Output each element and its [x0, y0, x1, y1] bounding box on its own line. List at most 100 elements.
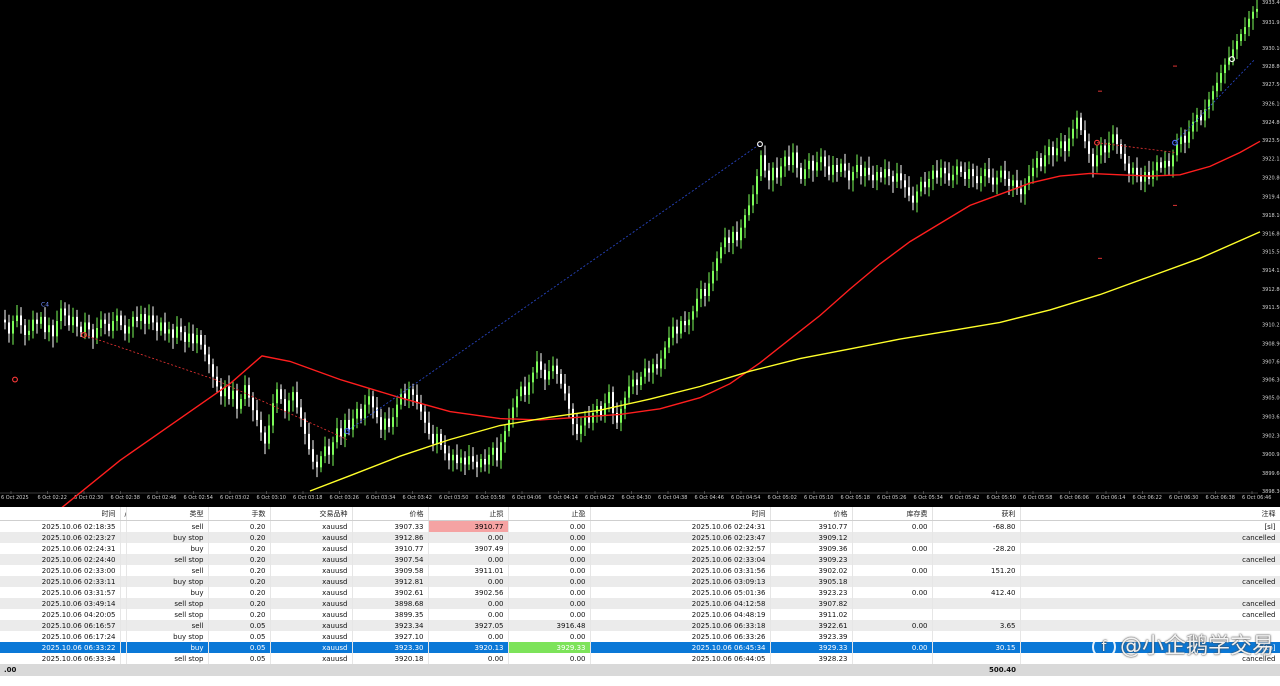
candle-body	[1096, 155, 1098, 167]
candle-body	[112, 321, 114, 331]
candle-body	[916, 191, 918, 203]
candle-body	[880, 171, 882, 178]
table-row[interactable]: 2025.10.06 06:33:22 buy 0.05 xauusd 3923.30 3…	[0, 642, 1280, 653]
col-type-header[interactable]: 类型	[126, 507, 209, 521]
time-axis-label: 6 Oct 05:34	[914, 495, 943, 501]
candle-body	[12, 321, 14, 334]
table-row[interactable]: 2025.10.06 02:23:27 buy stop 0.20 xauusd 391…	[0, 532, 1280, 543]
candle-body	[696, 298, 698, 312]
cell-close-price: 3909.36	[770, 543, 853, 554]
candle-body	[892, 176, 894, 182]
cell-symbol: xauusd	[270, 554, 353, 565]
candle-body	[1156, 162, 1158, 171]
candle-body	[908, 187, 910, 196]
table-row[interactable]: 2025.10.06 06:16:57 sell 0.05 xauusd 3923.34…	[0, 620, 1280, 631]
candle-body	[660, 358, 662, 369]
cell-comment	[1020, 565, 1280, 576]
candle-body	[244, 385, 246, 400]
col-tp-header[interactable]: 止盈	[508, 507, 591, 521]
cell-stop-loss: 0.00	[428, 554, 509, 565]
candle-body	[652, 364, 654, 373]
candle-body	[1124, 153, 1126, 164]
col-sl-header[interactable]: 止损	[428, 507, 509, 521]
price-axis-label: 3911.50	[1262, 305, 1280, 311]
col-symbol-header[interactable]: 交易品种	[270, 507, 353, 521]
candle-body	[1064, 141, 1066, 152]
col-close-time-header[interactable]: 时间	[590, 507, 771, 521]
table-row[interactable]: 2025.10.06 02:33:00 sell 0.20 xauusd 3909.58…	[0, 565, 1280, 576]
col-swap-header[interactable]: 库存费	[852, 507, 933, 521]
time-axis-label: 6 Oct 02:54	[184, 495, 213, 501]
candle-body	[32, 319, 34, 331]
candle-body	[868, 167, 870, 175]
col-profit-header[interactable]: 获利	[932, 507, 1021, 521]
candle-body	[1068, 138, 1070, 152]
cell-take-profit: 0.00	[508, 543, 591, 554]
col-open-time-header[interactable]: 时间	[0, 507, 121, 521]
cell-stop-loss: 3907.49	[428, 543, 509, 554]
candle-body	[676, 326, 678, 334]
candle-body	[520, 386, 522, 397]
candle-body	[276, 389, 278, 404]
candle-body	[1112, 134, 1114, 143]
cell-type: buy stop	[126, 532, 209, 543]
col-volume-header[interactable]: 手数	[208, 507, 271, 521]
candle-body	[232, 390, 234, 400]
cell-profit: 3.65	[932, 620, 1021, 631]
table-row[interactable]: 2025.10.06 02:33:11 buy stop 0.20 xauusd 391…	[0, 576, 1280, 587]
table-row[interactable]: 2025.10.06 02:24:40 sell stop 0.20 xauusd 39…	[0, 554, 1280, 565]
candle-body	[780, 166, 782, 178]
candle-body	[360, 408, 362, 419]
table-row[interactable]: 2025.10.06 02:18:35 sell 0.20 xauusd 3907.33…	[0, 520, 1280, 532]
table-row[interactable]: 2025.10.06 04:20:05 sell stop 0.20 xauusd 38…	[0, 609, 1280, 620]
candle-body	[16, 315, 18, 322]
candle-body	[1036, 158, 1038, 168]
candle-body	[1236, 41, 1238, 50]
candle-body	[708, 283, 710, 296]
candle-body	[1004, 170, 1006, 179]
candle-body	[452, 454, 454, 461]
col-price-header[interactable]: 价格	[352, 507, 429, 521]
price-chart[interactable]: 3933.40 3931.95 3930.10 3928.80 3927.50 3926.…	[0, 0, 1280, 507]
price-axis-label: 3919.45	[1262, 194, 1280, 200]
candle-body	[984, 169, 986, 177]
cell-price: 3923.34	[352, 620, 429, 631]
price-axis-label: 3933.40	[1262, 0, 1280, 6]
cell-open-time: 2025.10.06 06:17:24	[0, 631, 121, 642]
cell-price: 3902.61	[352, 587, 429, 598]
cell-price: 3907.33	[352, 520, 429, 532]
candle-body	[1072, 128, 1074, 139]
candle-body	[260, 419, 262, 433]
cell-volume: 0.20	[208, 609, 271, 620]
cell-open-time: 2025.10.06 04:20:05	[0, 609, 121, 620]
price-axis-label: 3902.30	[1262, 433, 1280, 439]
col-close-price-header[interactable]: 价格	[770, 507, 853, 521]
candle-body	[632, 379, 634, 387]
cell-symbol: xauusd	[270, 532, 353, 543]
cell-swap: 0.00	[852, 565, 933, 576]
candle-body	[140, 314, 142, 322]
table-row[interactable]: 2025.10.06 06:33:34 sell stop 0.05 xauusd 39…	[0, 653, 1280, 664]
table-row[interactable]: 2025.10.06 02:24:31 buy 0.20 xauusd 3910.77 3…	[0, 543, 1280, 554]
table-row[interactable]: 2025.10.06 03:31:57 buy 0.20 xauusd 3902.61 3…	[0, 587, 1280, 598]
candle-body	[764, 155, 766, 171]
table-row[interactable]: 2025.10.06 03:49:14 sell stop 0.20 xauusd 38…	[0, 598, 1280, 609]
candle-body	[408, 389, 410, 400]
candle-body	[356, 408, 358, 419]
candle-body	[556, 365, 558, 374]
cell-swap	[852, 653, 933, 664]
table-row[interactable]: 2025.10.06 06:17:24 buy stop 0.05 xauusd 392…	[0, 631, 1280, 642]
cell-open-time: 2025.10.06 06:16:57	[0, 620, 121, 631]
time-axis-label: 6 Oct 05:58	[1023, 495, 1052, 501]
cell-type: sell stop	[126, 598, 209, 609]
candle-body	[716, 258, 718, 271]
col-comment-header[interactable]: 注释	[1020, 507, 1280, 521]
candle-body	[516, 396, 518, 408]
cell-volume: 0.05	[208, 620, 271, 631]
price-axis-label: 3900.95	[1262, 452, 1280, 458]
cell-take-profit: 0.00	[508, 576, 591, 587]
cell-type: sell	[126, 620, 209, 631]
candle-body	[776, 167, 778, 178]
chart-canvas[interactable]: 3933.40 3931.95 3930.10 3928.80 3927.50 3926.…	[0, 0, 1280, 507]
candle-body	[684, 321, 686, 326]
